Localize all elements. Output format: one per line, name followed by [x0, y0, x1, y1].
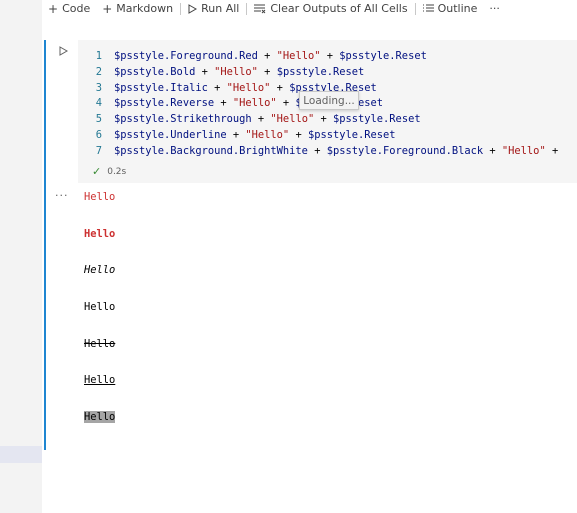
code-token: "Hello" — [214, 65, 258, 78]
code-token: "Hello" — [270, 113, 315, 126]
play-icon — [59, 46, 68, 56]
code-token: + — [276, 97, 296, 110]
execute-cell-button[interactable] — [56, 44, 70, 58]
execution-status: ✓ 0.2s — [92, 165, 126, 178]
run-all-label: Run All — [201, 2, 240, 15]
code-token: $psstyle.Reset — [276, 65, 365, 78]
output-line-highlighted-text: Hello — [84, 411, 116, 424]
plus-icon: + — [48, 1, 59, 16]
output-line-italic: Hello — [84, 264, 116, 277]
code-token: + — [251, 113, 271, 126]
code-line-2: 2 $psstyle.Bold + "Hello" + $psstyle.Rese… — [78, 65, 558, 81]
code-token: "Hello" — [501, 144, 546, 157]
code-token: + — [483, 144, 502, 157]
output-line-reverse: Hello — [84, 301, 116, 314]
execution-time: 0.2s — [107, 166, 127, 177]
clear-all-icon — [254, 4, 266, 13]
more-icon: ··· — [489, 2, 500, 15]
output-more-button[interactable]: ··· — [55, 189, 69, 202]
play-icon — [188, 3, 198, 14]
code-line-6: 6 $psstyle.Underline + "Hello" + $psstyle… — [78, 128, 558, 144]
left-gutter — [0, 0, 42, 513]
outline-label: Outline — [437, 2, 478, 15]
cell-output: Hello Hello Hello Hello Hello Hello Hell… — [84, 190, 116, 447]
code-token: + — [545, 144, 559, 157]
toolbar-divider — [414, 2, 416, 15]
code-token: "Hello" — [276, 50, 321, 62]
code-line-1: 1 $psstyle.Foreground.Red + "Hello" + $ps… — [78, 49, 558, 65]
line-number: 1 — [95, 50, 102, 62]
code-token: $psstyle.Background.BrightWhite — [114, 144, 308, 157]
add-markdown-button[interactable]: + Markdown — [96, 0, 179, 17]
output-line-red: Hello — [84, 191, 116, 203]
code-token: "Hello" — [226, 81, 271, 94]
code-token: + — [320, 50, 340, 62]
code-token: + — [207, 81, 227, 94]
line-number: 6 — [95, 128, 102, 141]
code-token: + — [289, 128, 308, 141]
line-number: 3 — [95, 81, 102, 94]
code-token: $psstyle.Reset — [339, 50, 427, 62]
code-token: + — [257, 50, 277, 62]
clear-outputs-label: Clear Outputs of All Cells — [270, 2, 408, 15]
output-line-highlighted: Hello — [84, 410, 116, 447]
code-token: $psstyle.Reverse — [114, 97, 215, 110]
list-icon — [422, 4, 434, 11]
code-token: $psstyle.Reset — [307, 128, 396, 141]
code-token: + — [257, 65, 277, 78]
add-code-button[interactable]: + Code — [42, 0, 96, 17]
cell-focus-indicator — [44, 40, 46, 450]
code-token: "Hello" — [232, 97, 277, 110]
clear-outputs-button[interactable]: Clear Outputs of All Cells — [248, 0, 413, 17]
checkmark-icon: ✓ — [92, 165, 102, 178]
line-number: 4 — [95, 97, 102, 110]
plus-icon: + — [102, 1, 113, 16]
code-token: + — [314, 113, 333, 126]
code-editor[interactable]: 1 $psstyle.Foreground.Red + "Hello" + $ps… — [78, 40, 577, 183]
code-token: + — [195, 65, 215, 78]
code-token: $psstyle.Reset — [333, 113, 421, 126]
notebook-toolbar: + Code + Markdown Run All Clear Outputs … — [42, 0, 577, 17]
toolbar-divider — [180, 2, 182, 15]
run-all-button[interactable]: Run All — [182, 0, 245, 17]
code-token: + — [270, 81, 290, 94]
code-token: $psstyle.Strikethrough — [114, 113, 252, 126]
code-line-5: 5 $psstyle.Strikethrough + "Hello" + $pss… — [78, 112, 558, 128]
code-line-7: 7 $psstyle.Background.BrightWhite + $psst… — [78, 144, 558, 160]
line-number: 5 — [95, 113, 102, 126]
output-line-underline: Hello — [84, 374, 116, 387]
toolbar-more-button[interactable]: ··· — [483, 0, 506, 17]
line-number: 2 — [95, 65, 102, 78]
output-line-bold: Hello — [84, 227, 116, 240]
code-token: $psstyle.Italic — [114, 81, 208, 94]
code-token: $psstyle.Foreground.Black — [326, 144, 484, 157]
code-token: "Hello" — [245, 128, 290, 141]
add-code-label: Code — [62, 2, 91, 15]
outline-button[interactable]: Outline — [417, 0, 484, 17]
line-number: 7 — [95, 144, 102, 157]
add-markdown-label: Markdown — [116, 2, 174, 15]
loading-tooltip: Loading... — [299, 91, 359, 110]
code-token: + — [214, 97, 233, 110]
code-token: + — [307, 144, 327, 157]
code-token: $psstyle.Underline — [114, 128, 227, 141]
gutter-highlight — [0, 446, 42, 463]
output-line-strikethrough: Hello — [84, 337, 116, 350]
code-token: $psstyle.Foreground.Red — [114, 50, 258, 62]
code-token: $psstyle.Bold — [114, 65, 196, 78]
code-token: + — [226, 128, 246, 141]
toolbar-divider — [246, 2, 248, 15]
